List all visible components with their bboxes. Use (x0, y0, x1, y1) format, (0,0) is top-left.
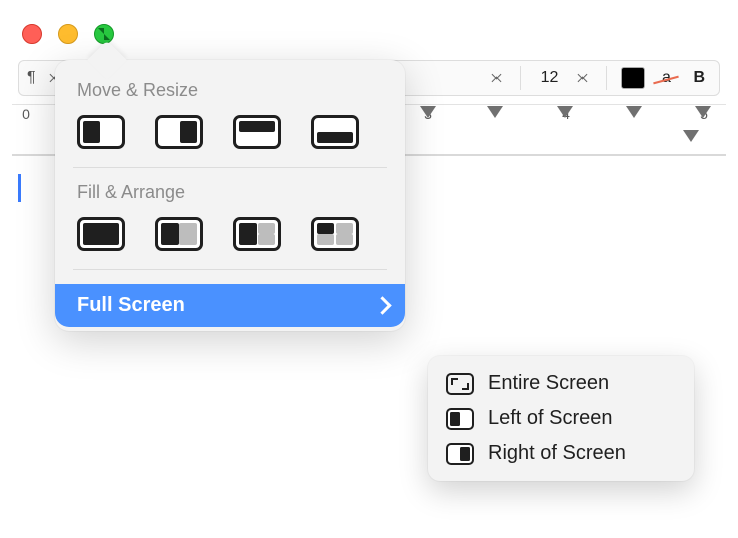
entire-screen-icon (446, 373, 474, 395)
left-of-screen-option[interactable]: Left of Screen (436, 401, 686, 436)
chevron-right-icon (373, 296, 391, 314)
close-window-button[interactable] (22, 24, 42, 44)
entire-screen-option[interactable]: Entire Screen (436, 366, 686, 401)
left-of-screen-icon (446, 408, 474, 430)
ruler-tick-0: 0 (22, 106, 30, 122)
arrange-thirds-button[interactable] (233, 217, 281, 251)
window-traffic-lights (22, 24, 114, 44)
font-family-dropdown[interactable] (488, 68, 506, 88)
tab-stop-marker[interactable] (557, 106, 573, 118)
section-title-fill-arrange: Fill & Arrange (77, 182, 383, 203)
submenu-label: Entire Screen (488, 372, 609, 395)
submenu-label: Right of Screen (488, 442, 626, 465)
divider (73, 269, 387, 270)
window-tiling-popover: Move & Resize Fill & Arrange Full Screen (55, 60, 405, 331)
right-of-screen-option[interactable]: Right of Screen (436, 436, 686, 471)
tab-stop-marker[interactable] (626, 106, 642, 118)
text-cursor (18, 174, 21, 202)
minimize-window-button[interactable] (58, 24, 78, 44)
font-size-stepper[interactable] (574, 68, 592, 88)
tab-stop-marker[interactable] (487, 106, 503, 118)
tile-top-half-button[interactable] (233, 115, 281, 149)
submenu-label: Left of Screen (488, 407, 613, 430)
section-title-move-resize: Move & Resize (77, 80, 383, 101)
bold-button[interactable]: B (687, 69, 711, 87)
tab-stop-marker[interactable] (420, 106, 436, 118)
arrange-halves-button[interactable] (155, 217, 203, 251)
strikethrough-button[interactable]: a (655, 69, 677, 87)
text-color-swatch[interactable] (621, 67, 645, 89)
tile-left-half-button[interactable] (77, 115, 125, 149)
divider (73, 167, 387, 168)
tab-stop-marker[interactable] (695, 106, 711, 118)
fill-screen-button[interactable] (77, 217, 125, 251)
right-of-screen-icon (446, 443, 474, 465)
full-screen-menu-item[interactable]: Full Screen (55, 284, 405, 327)
tile-right-half-button[interactable] (155, 115, 203, 149)
indent-marker[interactable] (683, 130, 699, 142)
font-size-field[interactable]: 12 (535, 67, 565, 89)
tile-bottom-half-button[interactable] (311, 115, 359, 149)
fill-arrange-row (55, 215, 405, 267)
full-screen-label: Full Screen (77, 294, 185, 317)
full-screen-submenu: Entire Screen Left of Screen Right of Sc… (428, 356, 694, 481)
zoom-window-button[interactable] (94, 24, 114, 44)
move-resize-row (55, 113, 405, 165)
arrange-quarters-button[interactable] (311, 217, 359, 251)
